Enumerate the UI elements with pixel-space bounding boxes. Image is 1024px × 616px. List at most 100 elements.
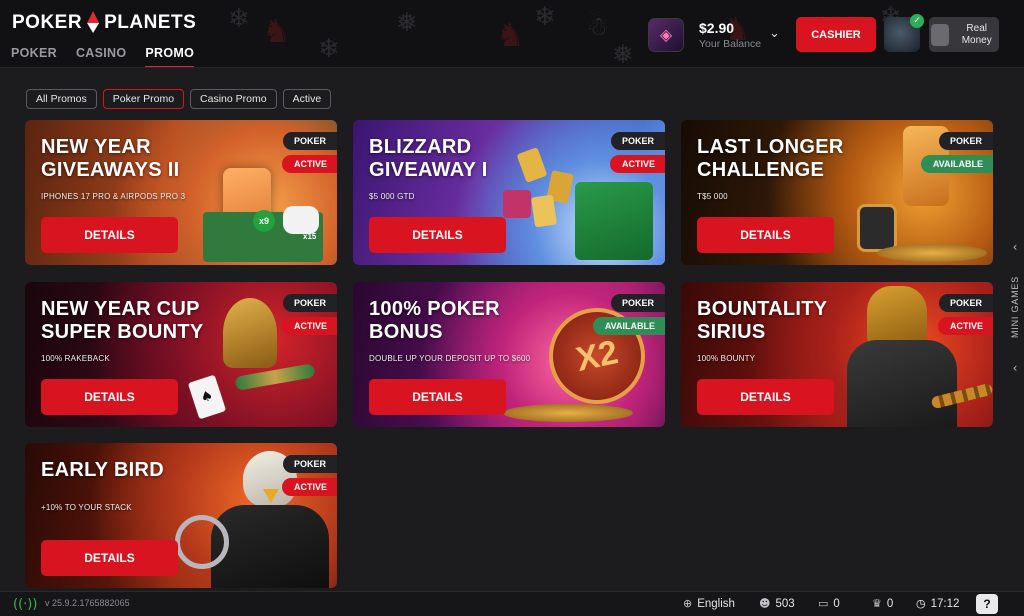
nav-poker[interactable]: POKER: [11, 46, 57, 67]
check-icon: ✓: [910, 14, 924, 28]
balance-amount: $2.90: [699, 20, 735, 36]
help-button[interactable]: ?: [976, 594, 998, 614]
status-badge: AVAILABLE: [592, 317, 665, 335]
smartwatch-illustration: [857, 204, 897, 252]
app-version: v 25.9.2.1765882065: [45, 598, 130, 608]
logo-word-right: PLANETS: [104, 12, 197, 33]
roulette-wheel-illustration: [175, 515, 229, 569]
gift-box-illustration: [503, 190, 531, 218]
balance-block[interactable]: $2.90 Your Balance: [699, 20, 761, 50]
avatar[interactable]: ✓: [884, 14, 924, 52]
snowflake-icon: ❅: [396, 8, 418, 38]
details-button[interactable]: DETAILS: [697, 379, 834, 415]
tables-count: ▭ 0: [818, 597, 840, 610]
filter-active[interactable]: Active: [282, 89, 332, 109]
chevron-left-icon[interactable]: ‹: [1013, 361, 1018, 375]
promo-type-badge: POKER: [283, 455, 337, 473]
details-button[interactable]: DETAILS: [41, 217, 178, 253]
promo-subtitle: 100% RAKEBACK: [41, 354, 110, 363]
multiplier-badge: x15: [303, 232, 317, 241]
tournaments-count: ♛ 0: [872, 597, 893, 610]
mini-games-label: MINI GAMES: [1010, 276, 1020, 339]
promo-title: EARLY BIRD: [41, 459, 165, 481]
details-button[interactable]: DETAILS: [697, 217, 834, 253]
promo-subtitle: 100% BOUNTY: [697, 354, 756, 363]
status-badge: ACTIVE: [281, 155, 337, 173]
promo-subtitle: +10% TO YOUR STACK: [41, 503, 132, 512]
promo-filter-bar: All Promos Poker Promo Casino Promo Acti…: [26, 89, 332, 109]
details-button[interactable]: DETAILS: [369, 217, 506, 253]
brand-logo[interactable]: POKER PLANETS: [12, 9, 196, 37]
clock: ◷ 17:12: [916, 597, 959, 610]
clock-time: 17:12: [930, 597, 960, 610]
snowflake-icon: ❅: [612, 40, 634, 68]
promo-subtitle: T$5 000: [697, 192, 728, 201]
promo-title: NEW YEAR CUP SUPER BOUNTY: [41, 298, 204, 343]
gift-box-illustration: [575, 182, 653, 260]
status-badge: ACTIVE: [281, 478, 337, 496]
promo-subtitle: $5 000 GTD: [369, 192, 415, 201]
language-selector[interactable]: ⊕ English: [683, 597, 735, 610]
real-money-label: Real Money: [961, 22, 992, 46]
promo-title: NEW YEAR GIVEAWAYS II: [41, 136, 180, 181]
coin-pile-illustration: [503, 404, 633, 422]
chevron-down-icon[interactable]: ⌄: [769, 26, 780, 41]
top-header: ❄ ♞ ❄ ❅ ♞ ❄ ☃ ❅ ♞ ❄ POKER PLANETS POKER …: [0, 0, 1024, 68]
filter-poker-promo[interactable]: Poker Promo: [102, 89, 185, 109]
coin-pile-illustration: [877, 244, 987, 262]
clock-icon: ◷: [916, 597, 926, 610]
ninja-body-illustration: [847, 340, 957, 427]
chevron-left-icon[interactable]: ‹: [1013, 240, 1018, 254]
players-count: ☻ 503: [759, 597, 795, 610]
trophy-illustration: [223, 298, 277, 368]
promo-card-bountality-sirius[interactable]: BOUNTALITY SIRIUS 100% BOUNTY DETAILS PO…: [681, 282, 993, 427]
details-button[interactable]: DETAILS: [41, 540, 178, 576]
promo-type-badge: POKER: [283, 132, 337, 150]
nav-promo[interactable]: PROMO: [145, 46, 195, 67]
mini-games-side-tab[interactable]: ‹ MINI GAMES ‹: [1006, 240, 1024, 375]
promo-type-badge: POKER: [611, 132, 665, 150]
promo-card-100-poker-bonus[interactable]: X2 100% POKER BONUS DOUBLE UP YOUR DEPOS…: [353, 282, 665, 427]
promo-card-new-year-cup[interactable]: ♠ NEW YEAR CUP SUPER BOUNTY 100% RAKEBAC…: [25, 282, 337, 427]
cashier-button[interactable]: CASHIER: [796, 17, 876, 52]
promo-title: BLIZZARD GIVEAWAY I: [369, 136, 488, 181]
recent-game-thumbnail[interactable]: ◈: [648, 18, 684, 52]
toggle-switch[interactable]: [931, 23, 950, 46]
filter-all-promos[interactable]: All Promos: [26, 89, 97, 109]
promo-type-badge: POKER: [939, 132, 993, 150]
main-nav: POKER CASINO PROMO: [11, 46, 195, 67]
table-icon: ▭: [818, 597, 829, 610]
snowflake-icon: ❄: [534, 2, 556, 32]
real-money-toggle[interactable]: Real Money: [929, 17, 999, 52]
promo-card-last-longer-challenge[interactable]: LAST LONGER CHALLENGE T$5 000 DETAILS PO…: [681, 120, 993, 265]
filter-casino-promo[interactable]: Casino Promo: [190, 89, 277, 109]
promo-type-badge: POKER: [611, 294, 665, 312]
status-badge: ACTIVE: [937, 317, 993, 335]
promo-type-badge: POKER: [939, 294, 993, 312]
reindeer-icon: ♞: [496, 16, 525, 54]
ticket-illustration: [531, 194, 557, 228]
users-icon: ☻: [759, 597, 771, 610]
earbuds-illustration: [283, 206, 319, 234]
status-footer: ((·)) v 25.9.2.1765882065 ⊕ English ☻ 50…: [0, 591, 1024, 616]
snowman-icon: ☃: [586, 12, 610, 42]
promo-card-new-year-giveaways[interactable]: x9 x15 NEW YEAR GIVEAWAYS II IPHONES 17 …: [25, 120, 337, 265]
promo-subtitle: IPHONES 17 PRO & AIRPODS PRO 3: [41, 192, 186, 201]
status-badge: ACTIVE: [281, 317, 337, 335]
tables-count-value: 0: [833, 597, 840, 610]
balance-label: Your Balance: [699, 38, 762, 50]
promo-title: BOUNTALITY SIRIUS: [697, 298, 828, 343]
status-badge: AVAILABLE: [920, 155, 993, 173]
nav-casino[interactable]: CASINO: [76, 46, 126, 67]
promo-title: 100% POKER BONUS: [369, 298, 500, 343]
snowflake-icon: ❄: [228, 4, 250, 34]
promo-card-early-bird[interactable]: EARLY BIRD +10% TO YOUR STACK DETAILS PO…: [25, 443, 337, 588]
language-label: English: [697, 597, 735, 610]
details-button[interactable]: DETAILS: [369, 379, 506, 415]
logo-word-left: POKER: [12, 12, 83, 33]
promo-type-badge: POKER: [283, 294, 337, 312]
status-badge: ACTIVE: [609, 155, 665, 173]
reindeer-icon: ♞: [262, 12, 291, 50]
details-button[interactable]: DETAILS: [41, 379, 178, 415]
promo-card-blizzard-giveaway[interactable]: BLIZZARD GIVEAWAY I $5 000 GTD DETAILS P…: [353, 120, 665, 265]
